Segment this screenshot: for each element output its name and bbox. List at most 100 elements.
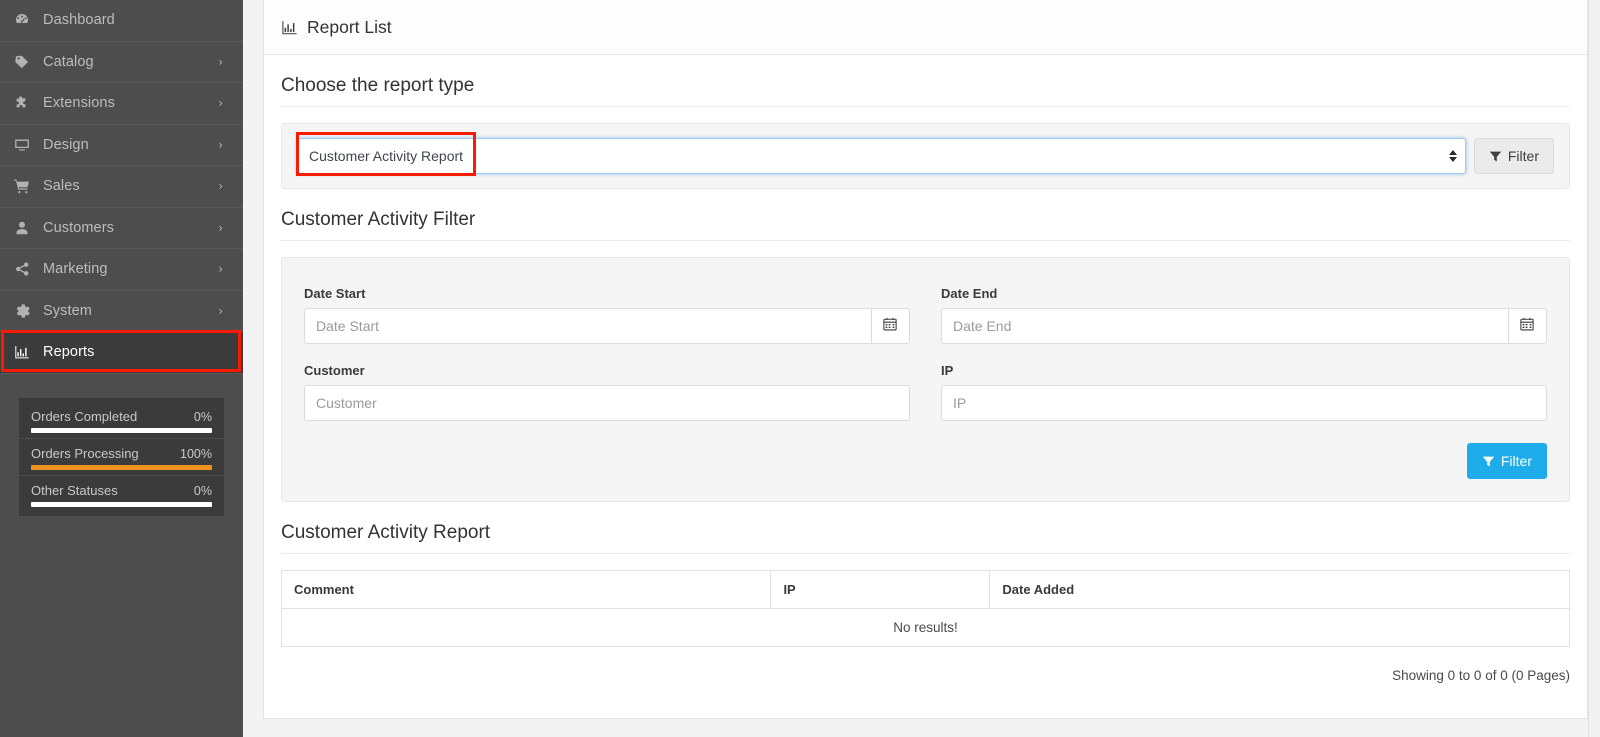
field-customer: Customer (304, 363, 910, 421)
sidebar-item-label: Dashboard (43, 12, 115, 29)
stat-label: Other Statuses (31, 483, 118, 498)
ip-input[interactable] (941, 385, 1547, 421)
report-type-heading: Choose the report type (281, 75, 475, 96)
stat-progress-track (31, 465, 212, 470)
filter-panel: Date Start Date End (281, 257, 1570, 502)
stat-progress-fill (31, 465, 212, 470)
puzzle-icon (14, 95, 40, 111)
pagination-info: Showing 0 to 0 of 0 (0 Pages) (1392, 668, 1570, 683)
date-start-calendar-button[interactable] (870, 308, 910, 344)
bar-chart-icon (14, 344, 40, 360)
customer-input[interactable] (304, 385, 910, 421)
field-date-end: Date End (941, 286, 1547, 344)
button-label: Filter (1500, 453, 1532, 469)
sidebar-item-extensions[interactable]: Extensions › (0, 83, 243, 125)
bar-chart-icon (281, 19, 298, 36)
stat-orders-processing: Orders Processing 100% (19, 438, 224, 475)
date-start-input[interactable] (304, 308, 871, 344)
chevron-right-icon: › (218, 179, 223, 194)
stat-percent: 100% (180, 447, 212, 461)
sidebar-item-sales[interactable]: Sales › (0, 166, 243, 208)
date-end-calendar-button[interactable] (1507, 308, 1547, 344)
sidebar-item-reports[interactable]: Reports (0, 332, 243, 374)
tag-icon (14, 54, 40, 70)
sidebar-item-label: System (43, 302, 92, 319)
sidebar-item-label: Customers (43, 219, 114, 236)
sidebar-item-system[interactable]: System › (0, 291, 243, 332)
main-content: Report List Choose the report type Custo… (263, 0, 1588, 719)
column-header-date-added: Date Added (989, 570, 1570, 609)
page-scrollbar[interactable] (1588, 0, 1600, 737)
calendar-icon (883, 317, 897, 336)
stat-percent: 0% (193, 410, 212, 424)
stat-orders-completed: Orders Completed 0% (19, 409, 224, 438)
divider (281, 106, 1570, 107)
sidebar-item-label: Reports (43, 344, 95, 361)
date-end-input[interactable] (941, 308, 1508, 344)
sidebar-item-customers[interactable]: Customers › (0, 208, 243, 249)
empty-message: No results! (281, 608, 1570, 647)
divider (281, 553, 1570, 554)
chevron-right-icon: › (218, 262, 223, 277)
monitor-icon (14, 137, 40, 153)
chevron-right-icon: › (218, 137, 223, 152)
sidebar-item-design[interactable]: Design › (0, 125, 243, 166)
stat-other-statuses: Other Statuses 0% (19, 475, 224, 512)
ip-label: IP (941, 363, 954, 378)
table-row-empty: No results! (281, 608, 1570, 647)
sidebar: Dashboard Catalog › Extensions › Design … (0, 0, 243, 737)
table-header-row: Comment IP Date Added (280, 570, 1570, 609)
chevron-right-icon: › (218, 54, 223, 69)
page-header: Report List (264, 0, 1587, 55)
chevron-right-icon: › (218, 303, 223, 318)
column-header-ip: IP (770, 570, 991, 609)
sidebar-item-label: Marketing (43, 261, 108, 278)
order-status-stats: Orders Completed 0% Orders Processing 10… (19, 398, 224, 516)
date-start-label: Date Start (304, 286, 366, 301)
customer-label: Customer (304, 363, 365, 378)
table-head: Comment IP Date Added (280, 570, 1570, 609)
chevron-right-icon: › (218, 220, 223, 235)
table-body: No results! (281, 608, 1570, 647)
chevron-right-icon: › (218, 96, 223, 111)
report-table-wrapper: Comment IP Date Added No results! (280, 570, 1570, 647)
report-type-filter-button[interactable]: Filter (1473, 138, 1554, 174)
user-icon (14, 220, 40, 236)
funnel-icon (1482, 455, 1495, 468)
stat-progress-fill (31, 502, 212, 507)
page-title: Report List (307, 16, 392, 37)
filter-actions: Filter (304, 443, 1547, 479)
sidebar-item-dashboard[interactable]: Dashboard (0, 0, 243, 42)
dashboard-icon (14, 12, 40, 28)
field-date-start: Date Start (304, 286, 910, 344)
admin-page: Dashboard Catalog › Extensions › Design … (0, 0, 1600, 737)
sidebar-item-label: Design (43, 136, 89, 153)
funnel-icon (1489, 150, 1502, 163)
stat-progress-fill (31, 428, 212, 433)
sidebar-item-label: Extensions (43, 95, 115, 112)
sidebar-item-marketing[interactable]: Marketing › (0, 249, 243, 291)
share-icon (14, 261, 40, 277)
filter-heading: Customer Activity Filter (281, 209, 476, 230)
sidebar-item-catalog[interactable]: Catalog › (0, 42, 243, 83)
filter-row-dates: Date Start Date End (304, 286, 1547, 344)
gear-icon (14, 303, 40, 319)
sidebar-item-label: Sales (43, 178, 80, 195)
cart-icon (14, 178, 40, 194)
filter-row-customer-ip: Customer IP (304, 363, 1547, 421)
stat-label: Orders Processing (31, 446, 139, 461)
filter-submit-button[interactable]: Filter (1466, 443, 1547, 479)
calendar-icon (1520, 317, 1534, 336)
stat-progress-track (31, 502, 212, 507)
report-type-select-wrapper: Customer Activity ReportCustomer Orders … (297, 138, 1466, 174)
sidebar-item-label: Catalog (43, 53, 94, 70)
stat-progress-track (31, 428, 212, 433)
report-type-select[interactable]: Customer Activity ReportCustomer Orders … (297, 138, 1466, 174)
divider (281, 240, 1570, 241)
date-end-label: Date End (941, 286, 998, 301)
report-table: Comment IP Date Added No results! (280, 570, 1570, 647)
field-ip: IP (941, 363, 1547, 421)
report-type-panel: Customer Activity ReportCustomer Orders … (281, 123, 1570, 189)
report-heading: Customer Activity Report (281, 522, 491, 543)
stat-percent: 0% (193, 484, 212, 498)
